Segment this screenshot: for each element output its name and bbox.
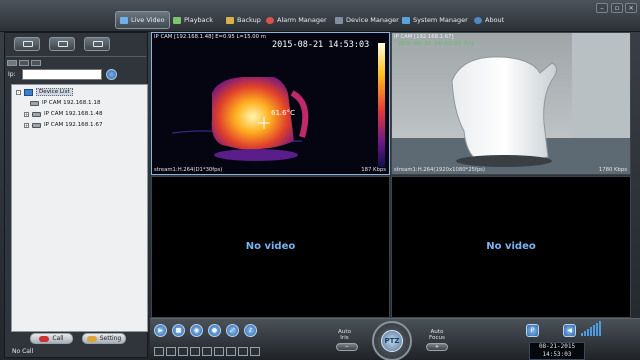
overlay-timestamp: 2015-08-21 14:53:03 <box>272 40 370 50</box>
auto-iris-label[interactable]: Auto Iris <box>338 329 351 341</box>
single-view-button[interactable] <box>14 37 40 51</box>
system-icon <box>402 16 410 24</box>
kettle-shape <box>451 56 558 163</box>
tree-root[interactable]: - Device List <box>16 87 73 97</box>
bitrate: 187 Kbps <box>361 167 386 173</box>
tab-playback[interactable]: Playback <box>169 12 217 28</box>
group-view-button[interactable] <box>49 37 75 51</box>
call-button[interactable]: Call <box>30 333 73 344</box>
video-pane-thermal[interactable]: IP CAM [192.168.1.48] E=0.95 L=15.00 m 2… <box>151 32 390 175</box>
app-window: Live Video Playback Backup Alarm Manager… <box>0 0 640 360</box>
expand-icon[interactable]: + <box>24 111 29 117</box>
list-tab-icon[interactable] <box>7 60 17 66</box>
no-video-label: No video <box>245 241 296 252</box>
layout-6-icon[interactable] <box>178 347 188 356</box>
volume-button[interactable]: ◀ <box>563 324 576 337</box>
alarm-icon <box>266 16 274 24</box>
monitor-icon <box>23 41 33 47</box>
pane-header: IP CAM [192.168.1.48] E=0.95 L=15.00 m <box>154 34 266 40</box>
expand-icon[interactable]: + <box>24 122 29 128</box>
camera-icon <box>32 111 41 117</box>
call-status: No Call <box>12 348 34 355</box>
tab-system-manager[interactable]: System Manager <box>398 12 472 28</box>
setting-button[interactable]: Setting <box>82 333 126 344</box>
stop-button[interactable]: ■ <box>172 324 185 337</box>
ip-label: Ip: <box>8 71 16 78</box>
device-list-icon <box>24 88 33 96</box>
tab-live-video[interactable]: Live Video <box>115 11 170 29</box>
fullscreen-button[interactable]: ⤢ <box>226 324 239 337</box>
search-go-button[interactable] <box>106 69 117 80</box>
audio-button[interactable]: ♪ <box>244 324 257 337</box>
device-tree: - Device List IP CAM 192.168.1.18 + IP C… <box>11 84 148 332</box>
monitor-icon <box>93 41 103 47</box>
time-text: 14:53:03 <box>542 351 572 358</box>
close-button[interactable]: × <box>625 3 637 13</box>
video-pane-camera[interactable]: IP CAM [192.168.1.67] 2015-08-21 14:53:0… <box>391 32 631 175</box>
tree-item-camera[interactable]: IP CAM 192.168.1.18 <box>30 98 101 108</box>
date-time-display: 08-21-2015 14:53:03 <box>529 342 585 360</box>
film-icon <box>173 16 181 24</box>
pane-header: IP CAM [192.168.1.67] <box>394 34 454 40</box>
layout-25-icon[interactable] <box>226 347 236 356</box>
layout-4-icon[interactable] <box>166 347 176 356</box>
record-button[interactable]: ● <box>208 324 221 337</box>
device-icon <box>335 16 343 24</box>
monitor-icon <box>58 41 68 47</box>
layout-9-icon[interactable] <box>202 347 212 356</box>
stream-info: stream1:H.264(1920x1080*25fps) <box>394 167 486 173</box>
map-tab-icon[interactable] <box>31 60 41 66</box>
monitor-icon <box>120 16 128 24</box>
tab-backup[interactable]: Backup <box>222 12 265 28</box>
tab-device-manager[interactable]: Device Manager <box>331 12 403 28</box>
gear-icon <box>86 335 97 342</box>
tree-item-camera[interactable]: + IP CAM 192.168.1.67 <box>24 120 103 130</box>
ip-search-input[interactable] <box>22 69 102 80</box>
overlay-timestamp: 2015-08-21 14:53:03 Fri <box>398 41 475 47</box>
tree-item-camera[interactable]: + IP CAM 192.168.1.48 <box>24 109 103 119</box>
ptz-center-button[interactable]: PTZ <box>381 330 403 352</box>
layout-1-icon[interactable] <box>154 347 164 356</box>
auto-focus-label[interactable]: Auto Focus <box>429 329 445 341</box>
temperature-scale-bar <box>378 43 385 167</box>
minimize-button[interactable]: – <box>596 3 608 13</box>
top-nav-bar: Live Video Playback Backup Alarm Manager… <box>0 0 640 32</box>
camera-image <box>392 33 630 174</box>
layout-64-icon[interactable] <box>250 347 260 356</box>
layout-8-icon[interactable] <box>190 347 200 356</box>
restore-button[interactable]: ▫ <box>611 3 623 13</box>
device-view-button[interactable] <box>84 37 110 51</box>
focus-plus-button[interactable]: + <box>426 343 448 351</box>
stream-info: stream1:H.264(D1*30fps) <box>154 167 223 173</box>
no-video-label: No video <box>486 241 536 252</box>
phone-icon <box>39 335 50 342</box>
snapshot-button[interactable]: ◉ <box>190 324 203 337</box>
tab-alarm-manager[interactable]: Alarm Manager <box>262 12 331 28</box>
temperature-readout: 61.6°C <box>271 109 295 117</box>
play-button[interactable]: ▶ <box>154 324 167 337</box>
group-tab-icon[interactable] <box>19 60 29 66</box>
divider <box>6 56 146 57</box>
tab-about[interactable]: About <box>470 12 508 28</box>
layout-16-icon[interactable] <box>214 347 224 356</box>
video-pane-empty[interactable]: No video <box>151 176 390 318</box>
signal-level-icon <box>581 320 601 336</box>
camera-icon <box>30 100 39 106</box>
backup-icon <box>226 16 234 24</box>
sidebar-tabs <box>7 60 45 67</box>
bitrate: 1780 Kbps <box>598 167 627 173</box>
thermal-image <box>152 33 389 174</box>
iris-minus-button[interactable]: − <box>336 343 358 351</box>
collapse-icon[interactable]: - <box>16 89 21 95</box>
camera-icon <box>32 122 41 128</box>
preset-button[interactable]: P <box>526 324 539 337</box>
video-pane-empty[interactable]: No video <box>391 176 631 318</box>
date-text: 08-21-2015 <box>538 343 576 350</box>
info-icon <box>474 16 482 24</box>
layout-36-icon[interactable] <box>238 347 248 356</box>
